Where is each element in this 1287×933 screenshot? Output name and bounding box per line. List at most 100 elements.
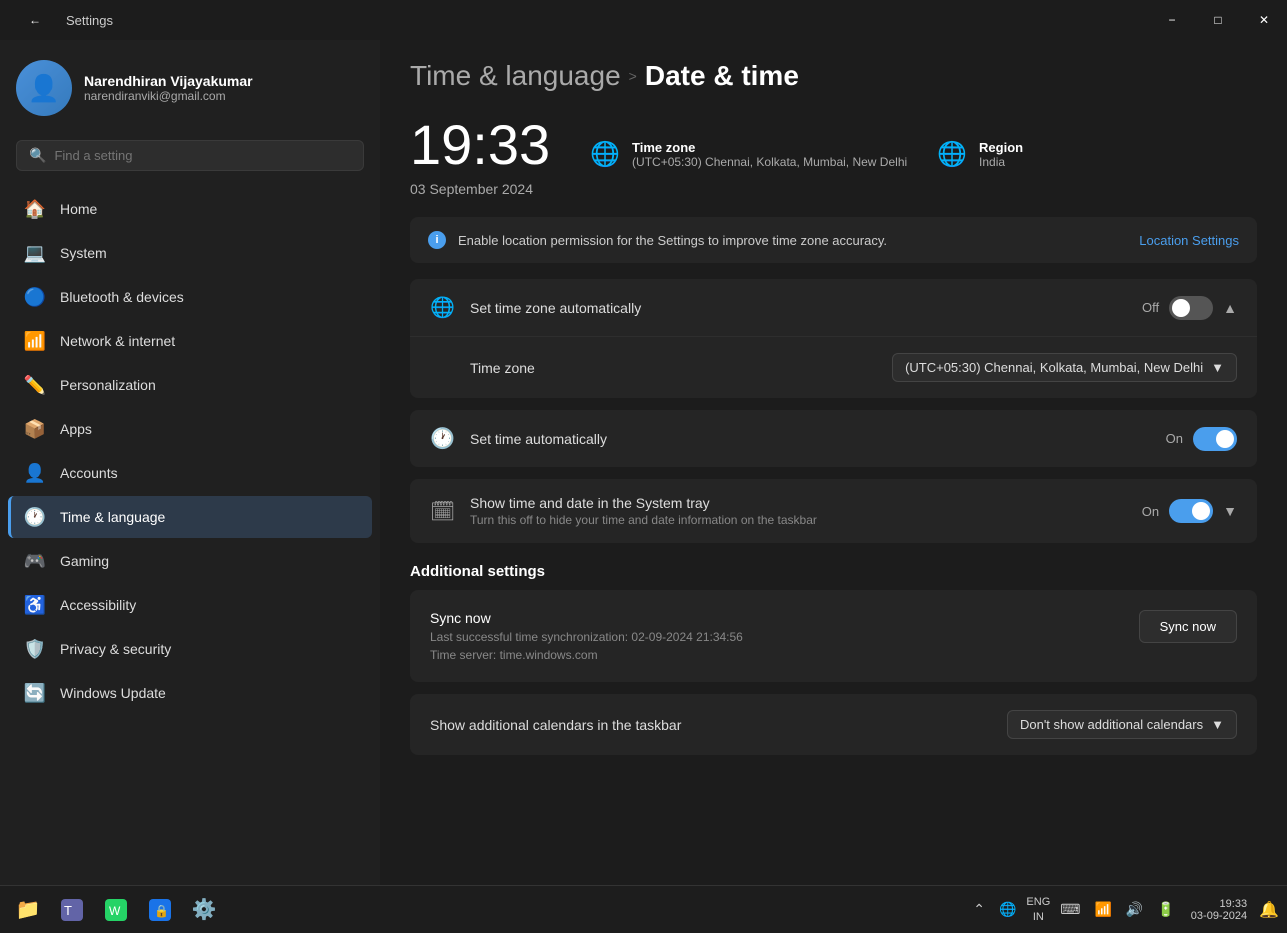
nav-personalization-label: Personalization — [60, 377, 156, 393]
nav-gaming[interactable]: 🎮 Gaming — [8, 540, 372, 582]
user-profile: 👤 Narendhiran Vijayakumar narendiranviki… — [0, 40, 380, 132]
calendar-row: Show additional calendars in the taskbar… — [410, 694, 1257, 755]
nav-update-label: Windows Update — [60, 685, 166, 701]
region-label: Region — [979, 140, 1023, 155]
nav-update[interactable]: 🔄 Windows Update — [8, 672, 372, 714]
taskbar-whatsapp[interactable]: W — [96, 890, 136, 930]
nav-apps-label: Apps — [60, 421, 92, 437]
tray-browser[interactable]: 🌐 — [995, 899, 1020, 920]
timezone-value: (UTC+05:30) Chennai, Kolkata, Mumbai, Ne… — [632, 155, 907, 169]
sync-title: Sync now — [430, 610, 743, 626]
nav-accessibility-label: Accessibility — [60, 597, 136, 613]
bluetooth-icon: 🔵 — [24, 286, 46, 308]
nav-personalization[interactable]: ✏️ Personalization — [8, 364, 372, 406]
update-icon: 🔄 — [24, 682, 46, 704]
nav-network-label: Network & internet — [60, 333, 175, 349]
sync-server: Time server: time.windows.com — [430, 648, 743, 662]
taskbar: 📁 T W 🔒 ⚙️ ⌃ 🌐 ENGIN ⌨ 📶 🔊 🔋 19:33 03-09… — [0, 885, 1287, 933]
nav-home-label: Home — [60, 201, 97, 217]
nav-bluetooth[interactable]: 🔵 Bluetooth & devices — [8, 276, 372, 318]
auto-timezone-chevron[interactable]: ▲ — [1223, 300, 1237, 316]
show-tray-knob — [1192, 502, 1210, 520]
calendar-dropdown-arrow: ▼ — [1211, 717, 1224, 732]
timezone-dropdown-arrow: ▼ — [1211, 360, 1224, 375]
tray-chevron[interactable]: ⌃ — [969, 899, 989, 920]
search-input[interactable] — [54, 148, 351, 163]
taskbar-security[interactable]: 🔒 — [140, 890, 180, 930]
accounts-icon: 👤 — [24, 462, 46, 484]
tray-volume[interactable]: 🔊 — [1122, 899, 1147, 920]
app-title: Settings — [66, 13, 113, 28]
clock-display: 19:33 03 September 2024 — [410, 112, 550, 197]
info-icon: i — [428, 231, 446, 249]
breadcrumb-separator: > — [629, 68, 637, 84]
nav-privacy-label: Privacy & security — [60, 641, 171, 657]
titlebar-controls: − □ ✕ — [1149, 0, 1287, 40]
taskbar-file-explorer[interactable]: 📁 — [8, 890, 48, 930]
clock-time: 19:33 — [410, 112, 550, 177]
nav-system[interactable]: 💻 System — [8, 232, 372, 274]
nav-apps[interactable]: 📦 Apps — [8, 408, 372, 450]
clock-section: 19:33 03 September 2024 🌐 Time zone (UTC… — [410, 112, 1257, 197]
nav-privacy[interactable]: 🛡️ Privacy & security — [8, 628, 372, 670]
svg-text:🔒: 🔒 — [154, 904, 169, 918]
user-name: Narendhiran Vijayakumar — [84, 73, 253, 89]
taskbar-clock[interactable]: 19:33 03-09-2024 — [1185, 896, 1253, 924]
system-tray: ⌃ 🌐 ENGIN ⌨ 📶 🔊 🔋 19:33 03-09-2024 🔔 — [969, 895, 1279, 924]
timezone-globe-icon: 🌐 — [590, 140, 620, 169]
search-box[interactable]: 🔍 — [16, 140, 364, 171]
sync-last: Last successful time synchronization: 02… — [430, 630, 743, 644]
tray-wifi[interactable]: 📶 — [1090, 899, 1115, 920]
titlebar-left: ← Settings — [12, 0, 113, 40]
close-button[interactable]: ✕ — [1241, 0, 1287, 40]
maximize-button[interactable]: □ — [1195, 0, 1241, 40]
timezone-label: Time zone — [632, 140, 907, 155]
calendar-dropdown[interactable]: Don't show additional calendars ▼ — [1007, 710, 1237, 739]
tray-keyboard[interactable]: ⌨ — [1056, 899, 1084, 920]
main-content: Time & language > Date & time 19:33 03 S… — [380, 40, 1287, 885]
auto-timezone-state: Off — [1142, 300, 1159, 315]
location-settings-link[interactable]: Location Settings — [1139, 233, 1239, 248]
taskbar-right: ⌃ 🌐 ENGIN ⌨ 📶 🔊 🔋 19:33 03-09-2024 🔔 — [969, 895, 1279, 924]
taskbar-teams[interactable]: T — [52, 890, 92, 930]
auto-time-toggle[interactable] — [1193, 427, 1237, 451]
avatar: 👤 — [16, 60, 72, 116]
show-tray-subtitle: Turn this off to hide your time and date… — [470, 513, 817, 527]
auto-timezone-row: 🌐 Set time zone automatically Off ▲ — [410, 279, 1257, 337]
network-icon: 📶 — [24, 330, 46, 352]
auto-time-label: Set time automatically — [470, 431, 607, 447]
nav-network[interactable]: 📶 Network & internet — [8, 320, 372, 362]
additional-settings-title: Additional settings — [410, 563, 1257, 580]
region-info-card: 🌐 Region India — [937, 140, 1023, 169]
auto-timezone-toggle[interactable] — [1169, 296, 1213, 320]
taskbar-left: 📁 T W 🔒 ⚙️ — [8, 890, 224, 930]
nav-gaming-label: Gaming — [60, 553, 109, 569]
minimize-button[interactable]: − — [1149, 0, 1195, 40]
show-tray-toggle[interactable] — [1169, 499, 1213, 523]
nav-accessibility[interactable]: ♿ Accessibility — [8, 584, 372, 626]
apps-icon: 📦 — [24, 418, 46, 440]
user-info: Narendhiran Vijayakumar narendiranviki@g… — [84, 73, 253, 103]
privacy-icon: 🛡️ — [24, 638, 46, 660]
gaming-icon: 🎮 — [24, 550, 46, 572]
back-button[interactable]: ← — [12, 0, 58, 40]
home-icon: 🏠 — [24, 198, 46, 220]
notification-bell[interactable]: 🔔 — [1259, 900, 1279, 920]
auto-time-knob — [1216, 430, 1234, 448]
show-tray-chevron[interactable]: ▼ — [1223, 503, 1237, 519]
nav-home[interactable]: 🏠 Home — [8, 188, 372, 230]
personalization-icon: ✏️ — [24, 374, 46, 396]
nav-time[interactable]: 🕐 Time & language — [8, 496, 372, 538]
timezone-dropdown[interactable]: (UTC+05:30) Chennai, Kolkata, Mumbai, Ne… — [892, 353, 1237, 382]
taskbar-date: 03-09-2024 — [1191, 910, 1247, 922]
sync-button[interactable]: Sync now — [1139, 610, 1237, 643]
language-indicator[interactable]: ENGIN — [1026, 895, 1050, 924]
tray-battery[interactable]: 🔋 — [1153, 899, 1178, 920]
svg-text:W: W — [109, 904, 121, 918]
taskbar-settings[interactable]: ⚙️ — [184, 890, 224, 930]
nav-accounts[interactable]: 👤 Accounts — [8, 452, 372, 494]
auto-timezone-card: 🌐 Set time zone automatically Off ▲ Time… — [410, 279, 1257, 398]
nav-time-label: Time & language — [60, 509, 165, 525]
nav-system-label: System — [60, 245, 107, 261]
show-tray-row: 🗓 Show time and date in the System tray … — [410, 479, 1257, 543]
